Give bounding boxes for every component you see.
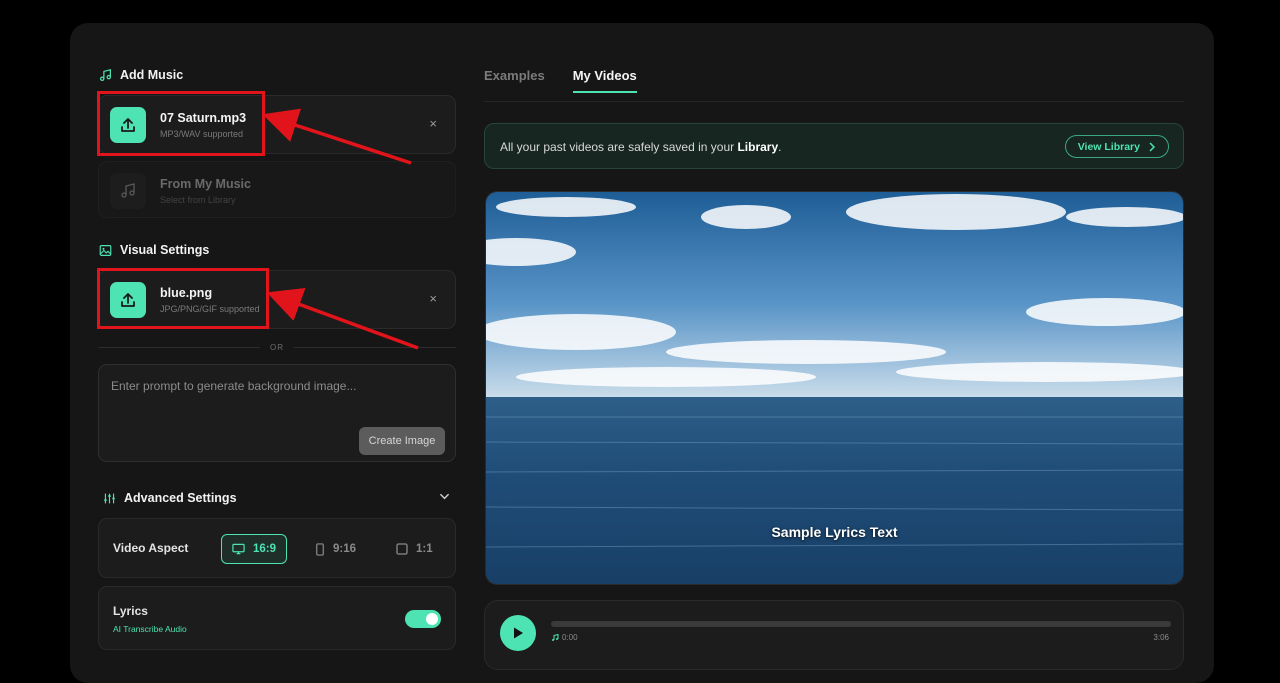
banner-text-prefix: All your past videos are safely saved in… bbox=[500, 140, 738, 154]
progress-bar[interactable] bbox=[551, 621, 1171, 627]
view-library-label: View Library bbox=[1077, 140, 1140, 153]
tab-bar: Examples My Videos bbox=[484, 68, 637, 93]
play-icon bbox=[514, 627, 523, 639]
chevron-right-icon bbox=[1149, 141, 1156, 152]
tab-divider bbox=[484, 101, 1184, 102]
view-library-button[interactable]: View Library bbox=[1064, 135, 1169, 158]
video-preview[interactable]: Sample Lyrics Text bbox=[485, 191, 1184, 585]
current-time: 0:00 bbox=[551, 633, 578, 642]
banner-text-library: Library bbox=[737, 140, 779, 154]
music-note-icon bbox=[552, 633, 559, 641]
annotation-arrow-image bbox=[266, 287, 419, 350]
audio-player: 0:00 3:06 bbox=[484, 600, 1184, 670]
current-time-label: 0:00 bbox=[562, 633, 578, 642]
banner-text-suffix: . bbox=[778, 140, 782, 154]
lyrics-overlay-text: Sample Lyrics Text bbox=[771, 524, 898, 540]
total-time: 3:06 bbox=[1153, 633, 1169, 642]
library-banner: All your past videos are safely saved in… bbox=[484, 123, 1184, 169]
annotation-arrow-music bbox=[262, 108, 412, 165]
tab-examples[interactable]: Examples bbox=[484, 68, 545, 93]
play-button[interactable] bbox=[500, 615, 536, 651]
banner-text: All your past videos are safely saved in… bbox=[500, 140, 781, 154]
tab-my-videos[interactable]: My Videos bbox=[572, 68, 637, 93]
